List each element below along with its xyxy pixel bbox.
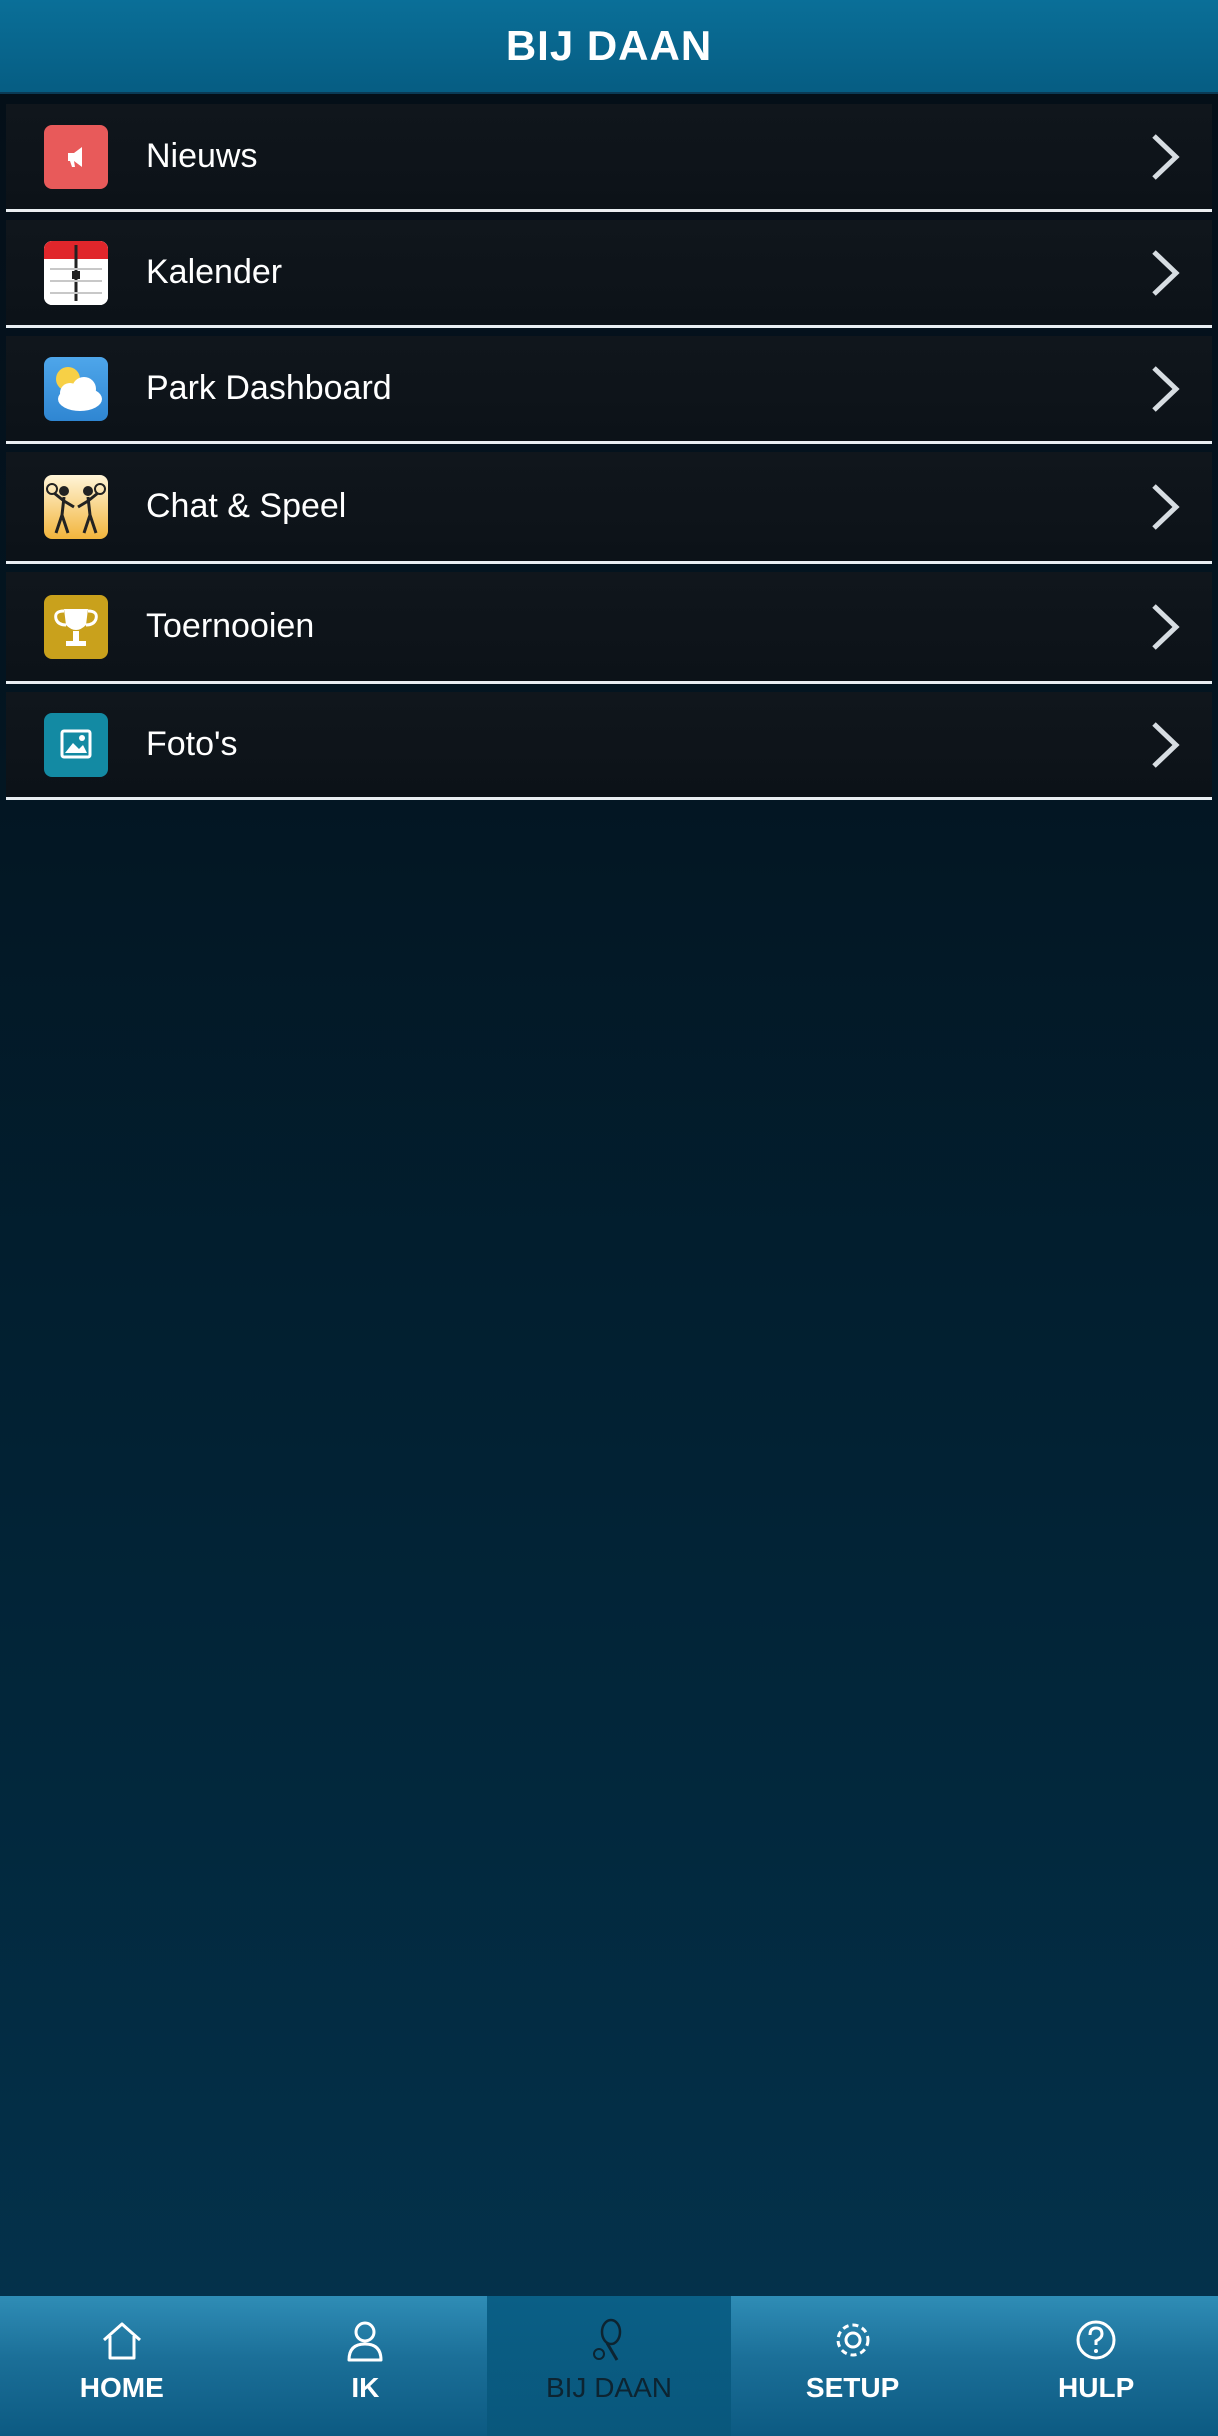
menu-item-fotos[interactable]: Foto's (6, 692, 1212, 800)
menu-item-label: Kalender (146, 253, 283, 291)
bottom-tab-bar: HOME IK BIJ DAAN SETUP HULP (0, 2296, 1218, 2436)
menu-item-label: Chat & Speel (146, 487, 347, 525)
help-icon (1076, 2320, 1116, 2360)
menu-list: Nieuws Kalender Park Dashboard Chat & Sp… (0, 104, 1218, 800)
chevron-right-icon (1152, 721, 1180, 768)
tab-label: HOME (79, 2372, 164, 2403)
menu-item-nieuws[interactable]: Nieuws (6, 104, 1212, 212)
players-icon (44, 474, 108, 539)
chevron-right-icon (1152, 603, 1180, 650)
tab-hulp[interactable]: HULP (974, 2296, 1218, 2436)
menu-item-label: Nieuws (146, 137, 258, 175)
chevron-right-icon (1152, 249, 1180, 296)
user-icon (347, 2321, 383, 2362)
menu-item-park-dashboard[interactable]: Park Dashboard (6, 336, 1212, 444)
racket-icon (592, 2318, 622, 2361)
top-bar: BIJ DAAN (0, 0, 1218, 94)
menu-item-label: Park Dashboard (146, 369, 392, 407)
tab-label: IK (351, 2372, 380, 2403)
photo-icon (44, 712, 108, 777)
chevron-right-icon (1152, 483, 1180, 530)
tab-home[interactable]: HOME (0, 2296, 244, 2436)
menu-item-kalender[interactable]: Kalender (6, 220, 1212, 328)
gear-icon (836, 2323, 870, 2357)
weather-icon (44, 356, 108, 421)
tab-label: SETUP (805, 2372, 900, 2403)
menu-item-label: Toernooien (146, 607, 315, 645)
menu-item-toernooien[interactable]: Toernooien (6, 572, 1212, 684)
megaphone-icon (44, 124, 108, 189)
tab-ik[interactable]: IK (244, 2296, 488, 2436)
home-icon (102, 2322, 141, 2360)
tab-label: BIJ DAAN (545, 2372, 672, 2403)
chevron-right-icon (1152, 133, 1180, 180)
menu-item-chat-speel[interactable]: Chat & Speel (6, 452, 1212, 564)
tab-label: HULP (1058, 2372, 1135, 2403)
trophy-icon (44, 594, 108, 659)
calendar-icon (44, 240, 108, 305)
page-title: BIJ DAAN (505, 22, 713, 69)
tab-bij-daan[interactable]: BIJ DAAN (487, 2296, 731, 2436)
menu-item-label: Foto's (146, 725, 238, 763)
tab-setup[interactable]: SETUP (731, 2296, 975, 2436)
chevron-right-icon (1152, 365, 1180, 412)
